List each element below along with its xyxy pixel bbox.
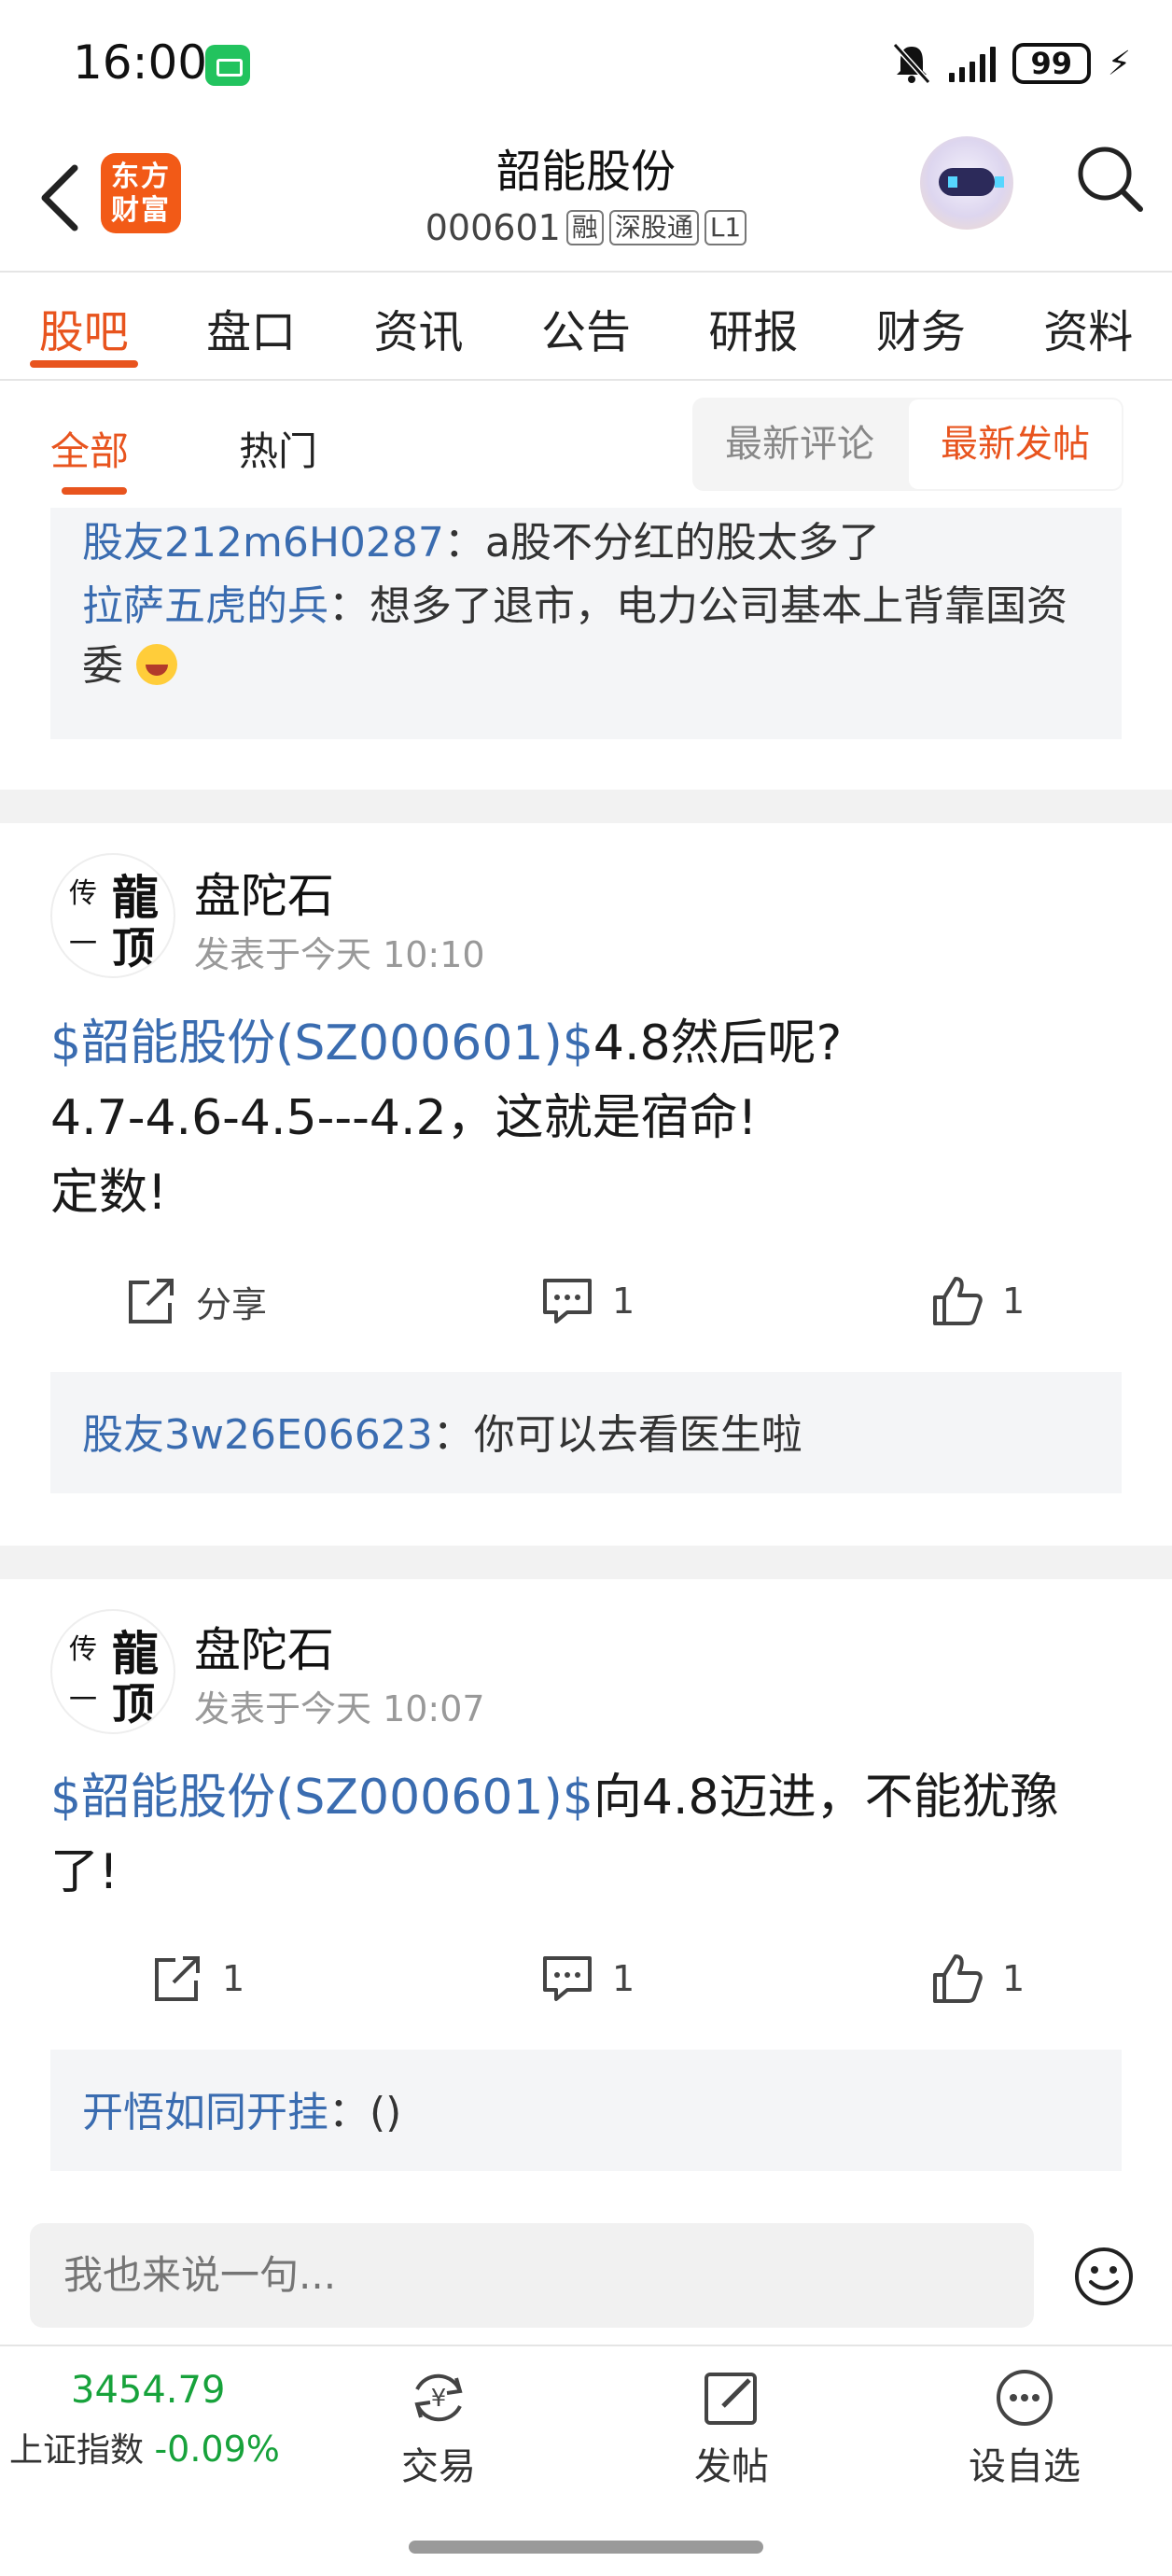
- add-watchlist-button[interactable]: 设自选: [950, 2365, 1099, 2490]
- comment-user[interactable]: 股友212m6H0287: [82, 519, 444, 567]
- thumbs-up-icon: [933, 1954, 983, 2003]
- margin-tag: 融: [565, 210, 604, 245]
- comment-item: 股友212m6H0287：a股不分红的股太多了: [82, 513, 1090, 573]
- level-tag: L1: [704, 210, 747, 245]
- status-time: 16:00: [73, 35, 208, 90]
- sub-tabs: 全部 热门 最新评论 最新发帖: [0, 383, 1172, 504]
- bell-muted-icon: [892, 42, 930, 85]
- subtab-all[interactable]: 全部: [50, 420, 129, 477]
- share-button[interactable]: 1: [149, 1951, 244, 2007]
- stock-code: 000601: [425, 207, 561, 248]
- comment-text: ：(): [328, 2089, 402, 2136]
- comment-item: 股友3w26E06623：你可以去看医生啦: [82, 1406, 1090, 1465]
- status-bar: 16:00 99 ⚡: [0, 0, 1172, 131]
- like-button[interactable]: 1: [929, 1273, 1025, 1329]
- comment-button[interactable]: 1: [539, 1951, 635, 2007]
- thumbs-up-icon: [933, 1277, 983, 1325]
- tab-guba[interactable]: 股吧: [0, 273, 167, 379]
- more-icon: [997, 2370, 1053, 2426]
- emoji-icon[interactable]: [1073, 2246, 1135, 2307]
- wechat-notification-icon: [205, 45, 250, 86]
- like-button[interactable]: 1: [929, 1951, 1025, 2007]
- laugh-cry-emoji-icon: [136, 644, 177, 685]
- connect-tag: 深股通: [608, 210, 699, 245]
- trade-button[interactable]: ¥ 交易: [364, 2365, 513, 2490]
- app-header: 东方 财富 韶能股份 000601 融 深股通 L1: [0, 131, 1172, 271]
- comment-text: ：a股不分红的股太多了: [443, 519, 880, 567]
- comment-preview[interactable]: 开悟如同开挂：(): [50, 2050, 1122, 2171]
- post-author[interactable]: 盘陀石: [194, 1613, 334, 1680]
- avatar[interactable]: 传 龍 一 顶: [50, 853, 175, 978]
- share-icon: [155, 1956, 200, 2001]
- stock-link[interactable]: $韶能股份(SZ000601)$: [50, 1770, 593, 1826]
- tab-finance[interactable]: 财务: [837, 273, 1004, 379]
- subtab-hot[interactable]: 热门: [239, 420, 317, 477]
- post-separator: [0, 1546, 1172, 1579]
- share-icon: [129, 1279, 174, 1323]
- signal-icon: [948, 45, 996, 82]
- index-ticker[interactable]: 上证指数 -0.09%: [9, 2423, 280, 2471]
- comment-preview[interactable]: 股友212m6H0287：a股不分红的股太多了 拉萨五虎的兵：想多了退市，电力公…: [50, 508, 1122, 739]
- comment-preview[interactable]: 股友3w26E06623：你可以去看医生啦: [50, 1372, 1122, 1493]
- comment-icon: [543, 1956, 592, 2001]
- yuan-exchange-icon: ¥: [414, 2373, 463, 2422]
- post-content[interactable]: $韶能股份(SZ000601)$向4.8迈进，不能犹豫 了!: [50, 1760, 1133, 1910]
- post-separator: [0, 790, 1172, 823]
- post-content[interactable]: $韶能股份(SZ000601)$4.8然后呢? 4.7-4.6-4.5---4.…: [50, 1006, 1133, 1230]
- comment-user[interactable]: 股友3w26E06623: [82, 1411, 433, 1459]
- post-author[interactable]: 盘陀石: [194, 859, 334, 926]
- sort-latest-post[interactable]: 最新发帖: [909, 399, 1122, 489]
- home-indicator[interactable]: [409, 2541, 763, 2554]
- ai-assistant-avatar[interactable]: [920, 136, 1013, 230]
- comment-user[interactable]: 拉萨五虎的兵: [82, 582, 328, 630]
- comment-input[interactable]: [30, 2223, 1034, 2328]
- comment-text: ：你可以去看医生啦: [432, 1411, 802, 1459]
- tabs-divider: [0, 379, 1172, 381]
- comment-icon: [543, 1279, 592, 1323]
- comment-item: 开悟如同开挂：(): [82, 2083, 1090, 2143]
- sort-latest-comment[interactable]: 最新评论: [692, 398, 907, 491]
- tab-profile[interactable]: 资料: [1005, 273, 1172, 379]
- main-tabs: 股吧 盘口 资讯 公告 研报 财务 资料: [0, 273, 1172, 379]
- new-post-button[interactable]: 发帖: [657, 2365, 806, 2490]
- edit-icon: [705, 2373, 757, 2425]
- share-button[interactable]: 分享: [123, 1273, 267, 1329]
- tab-news[interactable]: 资讯: [335, 273, 502, 379]
- battery-icon: 99: [1012, 43, 1091, 84]
- comment-item: 拉萨五虎的兵：想多了退市，电力公司基本上背靠国资委: [82, 577, 1090, 696]
- comment-button[interactable]: 1: [539, 1273, 635, 1329]
- status-indicators: 99 ⚡: [891, 41, 1131, 86]
- search-icon[interactable]: [1073, 142, 1148, 217]
- tab-research[interactable]: 研报: [670, 273, 837, 379]
- charging-icon: ⚡: [1107, 44, 1131, 83]
- post-time: 发表于今天 10:07: [194, 1688, 485, 1729]
- post-time: 发表于今天 10:10: [194, 934, 485, 975]
- tab-pankou[interactable]: 盘口: [167, 273, 334, 379]
- subtab-indicator: [62, 487, 127, 495]
- tab-announcements[interactable]: 公告: [502, 273, 669, 379]
- comment-user[interactable]: 开悟如同开挂: [82, 2089, 328, 2136]
- sort-toggle: 最新评论 最新发帖: [692, 398, 1123, 491]
- svg-text:¥: ¥: [431, 2385, 447, 2413]
- stock-link[interactable]: $韶能股份(SZ000601)$: [50, 1015, 593, 1071]
- index-value[interactable]: 3454.79: [71, 2369, 225, 2412]
- index-change: -0.09%: [154, 2429, 280, 2470]
- avatar[interactable]: 传 龍 一 顶: [50, 1609, 175, 1734]
